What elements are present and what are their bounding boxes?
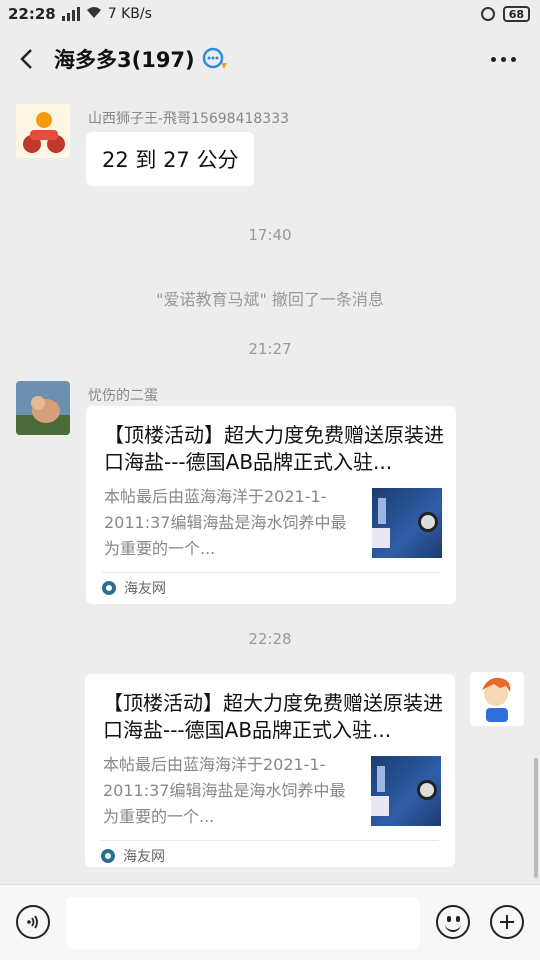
source-logo-icon [102, 581, 116, 595]
back-arrow-icon[interactable] [16, 47, 40, 71]
alarm-icon [480, 7, 495, 21]
card-thumbnail [372, 488, 442, 558]
source-name: 海友网 [123, 849, 165, 865]
card-title: 【顶楼活动】超大力度免费赠送原装进口海盐---德国AB品牌正式入驻... [104, 423, 444, 474]
source-logo-icon [101, 849, 115, 863]
recall-notice: "爱诺教育马斌" 撤回了一条消息 [156, 290, 384, 309]
message-bubble[interactable]: 22 到 27 公分 [86, 132, 255, 186]
link-card[interactable]: 【顶楼活动】超大力度免费赠送原装进口海盐---德国AB品牌正式入驻... 本帖最… [86, 406, 456, 604]
card-divider [102, 572, 440, 573]
chat-header: 海多多3(197) [0, 28, 540, 90]
sender-name: 忧伤的二蛋 [88, 388, 158, 404]
signal-icon [61, 7, 80, 21]
card-source: 海友网 [102, 578, 166, 598]
card-title: 【顶楼活动】超大力度免费赠送原装进口海盐---德国AB品牌正式入驻... [103, 691, 443, 742]
more-dots-icon[interactable] [491, 56, 516, 62]
avatar[interactable] [470, 672, 524, 726]
message-timestamp: 21:27 [248, 340, 292, 358]
voice-icon[interactable] [16, 905, 50, 939]
network-speed: 7 KB/s [107, 6, 152, 22]
card-description: 本帖最后由蓝海海洋于2021-1-2011:37编辑海盐是海水饲养中最为重要的一… [104, 487, 347, 558]
card-thumbnail [371, 756, 441, 826]
card-source: 海友网 [101, 846, 165, 866]
status-bar: 22:28 7 KB/s 68 [0, 0, 540, 28]
emoji-icon[interactable] [436, 905, 470, 939]
card-divider [101, 840, 439, 841]
message-input[interactable] [66, 897, 420, 949]
battery-indicator: 68 [502, 6, 530, 22]
scrollbar[interactable] [534, 758, 538, 878]
link-card[interactable]: 【顶楼活动】超大力度免费赠送原装进口海盐---德国AB品牌正式入驻... 本帖最… [85, 674, 455, 867]
avatar[interactable] [16, 104, 70, 158]
message-timestamp: 22:28 [248, 630, 292, 648]
message-timestamp: 17:40 [248, 226, 292, 244]
plus-icon[interactable] [490, 905, 524, 939]
chat-title: 海多多3(197) [54, 48, 195, 72]
status-time: 22:28 [8, 5, 56, 23]
wifi-icon [86, 5, 102, 23]
sender-name: 山西狮子王-飛哥15698418333 [88, 111, 290, 127]
source-name: 海友网 [124, 581, 166, 597]
input-bar [0, 884, 540, 960]
card-description: 本帖最后由蓝海海洋于2021-1-2011:37编辑海盐是海水饲养中最为重要的一… [103, 755, 346, 826]
group-chat-icon [202, 47, 227, 69]
avatar[interactable] [16, 381, 70, 435]
